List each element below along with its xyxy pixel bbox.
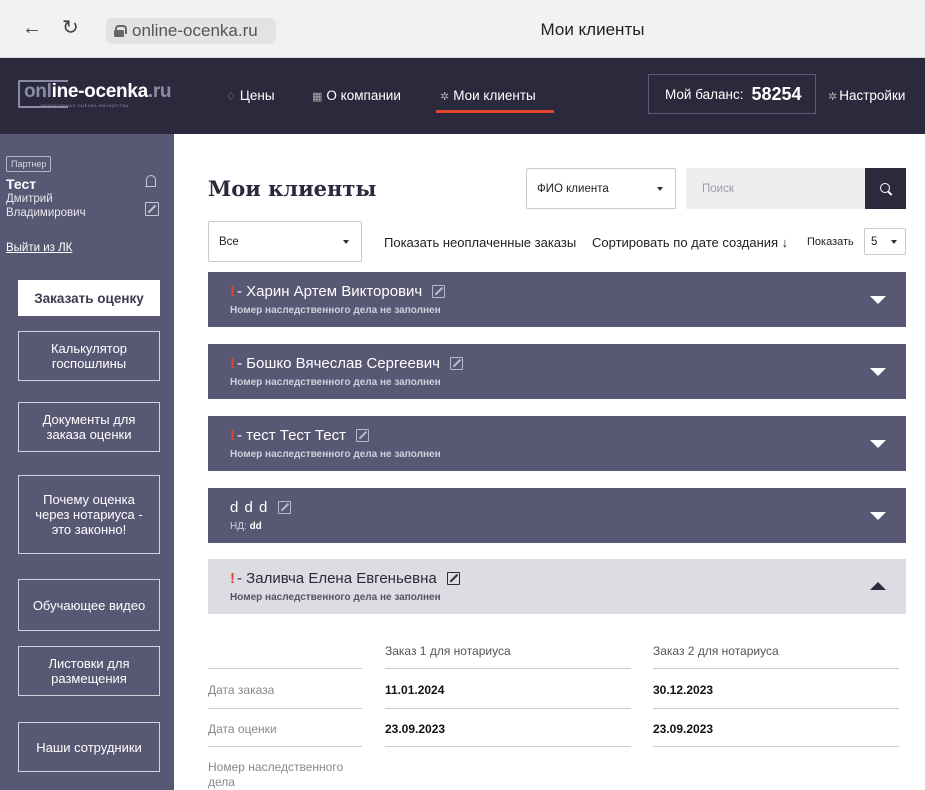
divider <box>208 746 362 747</box>
chevron-down-icon[interactable] <box>870 512 886 520</box>
user-short-name: Тест <box>6 176 37 192</box>
client-case-number: НД: dd <box>230 521 262 532</box>
our-staff-button[interactable]: Наши сотрудники <box>18 722 160 772</box>
flyers-button[interactable]: Листовки для размещения <box>18 646 160 696</box>
nav-about[interactable]: ▦ О компании <box>312 88 401 103</box>
client-row[interactable]: d d d НД: dd <box>208 488 906 543</box>
edit-icon[interactable] <box>446 572 460 585</box>
client-case-status: Номер наследственного дела не заполнен <box>230 305 441 316</box>
divider <box>385 708 631 709</box>
edit-icon[interactable] <box>278 501 292 514</box>
client-name: ! - Бошко Вячеслав Сергеевич <box>230 355 463 372</box>
client-name: d d d <box>230 499 292 516</box>
client-name: ! - Харин Артем Викторович <box>230 283 446 300</box>
divider <box>385 746 631 747</box>
client-name: ! - тест Тест Тест <box>230 427 369 444</box>
divider <box>653 708 899 709</box>
warning-mark: ! <box>230 427 235 444</box>
warning-mark: ! <box>230 570 235 587</box>
client-row[interactable]: ! - тест Тест Тест Номер наследственного … <box>208 416 906 471</box>
case-number-label: Номер наследственного дела <box>208 760 344 789</box>
search-field-select-value: ФИО клиента <box>537 182 609 195</box>
divider <box>208 668 362 669</box>
search-icon <box>879 182 893 196</box>
chevron-down-icon[interactable] <box>870 440 886 448</box>
page-size-select[interactable]: 5 <box>864 228 906 255</box>
building-icon: ▦ <box>312 91 323 103</box>
gear-icon: ✲ <box>828 91 838 103</box>
order-date-label: Дата заказа <box>208 683 275 697</box>
order-valuation-button[interactable]: Заказать оценку <box>18 280 160 316</box>
client-name: ! - Заливча Елена Евгеньевна <box>230 570 460 587</box>
caret-down-icon <box>343 239 349 244</box>
caret-down-icon <box>657 186 663 191</box>
divider <box>653 746 899 747</box>
search-button[interactable] <box>865 168 906 209</box>
logo-tagline: ЭФФЕКТИВНАЯ ОЦЕНКА ИМУЩЕСТВА <box>40 103 129 108</box>
documents-button[interactable]: Документы для заказа оценки <box>18 402 160 452</box>
client-row-expanded[interactable]: ! - Заливча Елена Евгеньевна Номер наслед… <box>208 559 906 614</box>
edit-profile-icon[interactable] <box>145 202 159 216</box>
chevron-down-icon[interactable] <box>870 296 886 304</box>
logout-link[interactable]: Выйти из ЛК <box>6 242 72 254</box>
site-logo[interactable]: online-ocenka.ru ЭФФЕКТИВНАЯ ОЦЕНКА ИМУЩ… <box>18 80 172 112</box>
valuation-date-label: Дата оценки <box>208 722 277 736</box>
user-full-name: Дмитрий Владимирович <box>6 193 86 219</box>
caret-down-icon <box>891 239 897 244</box>
sidebar: Партнер Тест Дмитрий Владимирович Выйти … <box>0 134 174 790</box>
browser-toolbar: ← ↻ online-ocenka.ru Мои клиенты <box>0 0 925 58</box>
edit-icon[interactable] <box>432 285 446 298</box>
chevron-up-icon[interactable] <box>870 582 886 590</box>
status-filter-select[interactable]: Все <box>208 221 362 262</box>
browser-page-title: Мои клиенты <box>540 20 645 39</box>
edit-icon[interactable] <box>449 357 463 370</box>
page-size-value: 5 <box>871 235 878 248</box>
client-row[interactable]: ! - Бошко Вячеслав Сергеевич Номер наслед… <box>208 344 906 399</box>
balance-value: 58254 <box>751 83 802 104</box>
divider <box>208 708 362 709</box>
training-video-button[interactable]: Обучающее видео <box>18 579 160 631</box>
warning-mark: ! <box>230 283 235 300</box>
order-date-value: 11.01.2024 <box>385 683 445 697</box>
logo-text: online-ocenka.ru <box>24 81 172 102</box>
warning-mark: ! <box>230 355 235 372</box>
valuation-date-value: 23.09.2023 <box>653 722 714 736</box>
why-legal-button[interactable]: Почему оценка через нотариуса - это зако… <box>18 475 160 554</box>
search-input[interactable] <box>686 168 866 209</box>
sort-by-date-link[interactable]: Сортировать по дате создания ↓ <box>592 235 788 250</box>
client-case-status: Номер наследственного дела не заполнен <box>230 592 441 603</box>
bell-icon[interactable] <box>145 175 157 189</box>
nav-prices[interactable]: ♢ Цены <box>226 88 275 103</box>
divider <box>385 668 631 669</box>
order-date-value: 30.12.2023 <box>653 683 714 697</box>
nav-my-clients[interactable]: ✲ Мои клиенты <box>436 88 554 113</box>
client-case-status: Номер наследственного дела не заполнен <box>230 377 441 388</box>
page-title: Мои клиенты <box>208 176 377 201</box>
partner-badge: Партнер <box>6 156 52 172</box>
client-case-status: Номер наследственного дела не заполнен <box>230 449 441 460</box>
order-column-header: Заказ 1 для нотариуса <box>385 644 511 658</box>
chevron-down-icon[interactable] <box>870 368 886 376</box>
edit-icon[interactable] <box>355 429 369 442</box>
balance-box[interactable]: Мой баланс: 58254 <box>648 74 816 114</box>
page-size-label: Показать <box>807 236 854 248</box>
tag-icon: ♢ <box>226 91 236 103</box>
settings-link[interactable]: ✲ Настройки <box>828 88 905 103</box>
balance-label: Мой баланс: <box>665 86 744 102</box>
duty-calculator-button[interactable]: Калькулятор госпошлины <box>18 331 160 381</box>
show-unpaid-link[interactable]: Показать неоплаченные заказы <box>384 235 576 250</box>
divider <box>653 668 899 669</box>
status-filter-value: Все <box>219 235 239 248</box>
search-field-select[interactable]: ФИО клиента <box>526 168 676 209</box>
valuation-date-value: 23.09.2023 <box>385 722 446 736</box>
users-icon: ✲ <box>440 91 450 103</box>
order-column-header: Заказ 2 для нотариуса <box>653 644 779 658</box>
client-row[interactable]: ! - Харин Артем Викторович Номер наследст… <box>208 272 906 327</box>
site-header: online-ocenka.ru ЭФФЕКТИВНАЯ ОЦЕНКА ИМУЩ… <box>0 58 925 134</box>
